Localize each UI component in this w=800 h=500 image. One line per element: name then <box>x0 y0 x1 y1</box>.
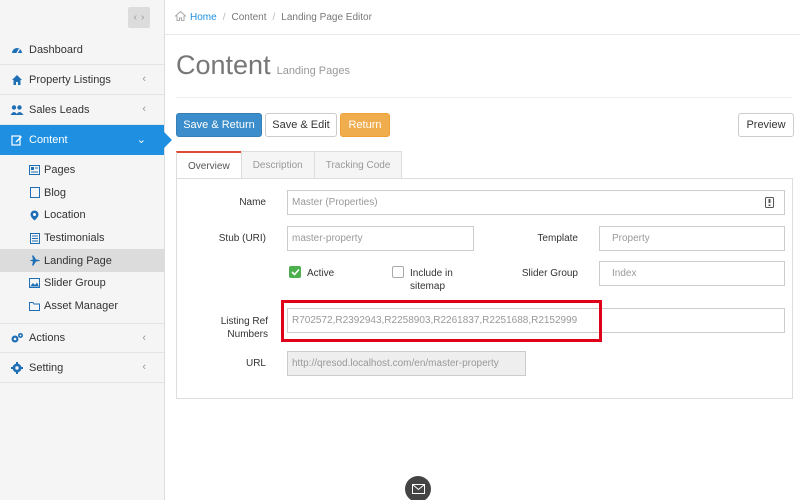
title-divider <box>176 97 792 98</box>
breadcrumb: Home / Content / Landing Page Editor <box>165 0 800 35</box>
home-icon <box>174 10 187 24</box>
pages-icon <box>29 165 40 176</box>
sidebar-item-property-listings[interactable]: Property Listings ‹ <box>0 65 164 95</box>
slider-icon <box>29 278 40 289</box>
active-checkbox[interactable] <box>289 266 301 278</box>
chevron-down-icon: ⌄ <box>136 134 146 146</box>
page-title-sub: Landing Pages <box>276 65 350 77</box>
cogs-icon <box>10 331 24 345</box>
sidebar-subitem-asset-manager[interactable]: Asset Manager <box>0 295 164 318</box>
sidebar-item-label: Property Listings <box>29 73 111 86</box>
page-title-main: Content <box>176 50 271 80</box>
sidebar-subitem-location[interactable]: Location <box>0 204 164 227</box>
sidebar-item-content[interactable]: Content ⌄ <box>0 125 172 155</box>
home-icon <box>10 73 24 87</box>
field-info-icon <box>765 197 774 211</box>
include-sitemap-checkbox[interactable] <box>392 266 404 278</box>
breadcrumb-section[interactable]: Content <box>231 12 266 23</box>
chevron-left-icon: ‹ <box>133 12 137 23</box>
breadcrumb-home-link[interactable]: Home <box>174 10 217 24</box>
listing-ref-label: Listing Ref Numbers <box>220 316 268 340</box>
plane-icon <box>29 255 40 266</box>
sidebar-item-label: Actions <box>29 332 66 345</box>
name-field[interactable]: Master (Properties) <box>287 190 785 215</box>
sidebar-item-setting[interactable]: Setting ‹ <box>0 353 164 384</box>
chevron-left-icon: ‹ <box>142 361 146 374</box>
sidebar-subitem-pages[interactable]: Pages <box>0 159 164 182</box>
save-return-button[interactable]: Save & Return <box>176 113 262 137</box>
stub-field[interactable]: master-property <box>287 226 474 251</box>
checkmark-icon <box>290 268 300 276</box>
message-button[interactable] <box>405 476 431 500</box>
sidebar-subitem-label: Location <box>44 209 86 222</box>
sidebar-item-actions[interactable]: Actions ‹ <box>0 323 164 354</box>
content-submenu: Pages Blog Location Testimonials Landing… <box>0 155 164 323</box>
sidebar-subitem-label: Slider Group <box>44 277 106 290</box>
template-label: Template <box>537 233 578 244</box>
blog-icon <box>29 187 40 199</box>
sidebar-subitem-landing-page[interactable]: Landing Page <box>0 249 164 272</box>
breadcrumb-separator: / <box>272 11 276 23</box>
envelope-icon <box>411 484 425 494</box>
breadcrumb-current: Landing Page Editor <box>281 11 372 23</box>
tab-bar: Overview Description Tracking Code <box>176 151 403 179</box>
sidebar-item-label: Setting <box>29 361 64 374</box>
chevron-left-icon: ‹ <box>142 103 146 115</box>
sidebar-item-dashboard[interactable]: Dashboard <box>0 35 164 65</box>
sidebar-subitem-slider-group[interactable]: Slider Group <box>0 272 164 295</box>
sidebar-subitem-label: Blog <box>44 186 67 199</box>
highlight-box <box>281 300 602 342</box>
sidebar-subitem-label: Testimonials <box>44 232 105 245</box>
sidebar: ‹ › Dashboard Property Listings ‹ Sales … <box>0 0 172 500</box>
gear-icon <box>10 361 24 375</box>
url-field: http://qresod.localhost.com/en/master-pr… <box>287 351 526 376</box>
sidebar-item-sales-leads[interactable]: Sales Leads ‹ <box>0 95 164 125</box>
save-edit-button[interactable]: Save & Edit <box>265 113 337 137</box>
slider-group-label: Slider Group <box>521 268 578 279</box>
sidebar-subitem-label: Landing Page <box>44 254 112 267</box>
template-field[interactable]: Property <box>599 226 785 251</box>
stub-label: Stub (URI) <box>218 233 266 244</box>
sidebar-subitem-label: Asset Manager <box>44 299 118 312</box>
page-title: Content Landing Pages <box>176 50 350 81</box>
name-label: Name <box>239 197 266 208</box>
sidebar-subitem-testimonials[interactable]: Testimonials <box>0 227 164 250</box>
preview-button[interactable]: Preview <box>738 113 794 137</box>
chevron-right-icon: › <box>141 12 145 23</box>
sidebar-item-label: Content <box>29 134 68 146</box>
sidebar-toggle-button[interactable]: ‹ › <box>128 7 150 28</box>
tab-overview[interactable]: Overview <box>176 151 242 179</box>
slider-group-field[interactable]: Index <box>599 261 785 286</box>
active-label: Active <box>307 268 335 279</box>
breadcrumb-separator: / <box>222 11 226 23</box>
url-label: URL <box>245 358 266 369</box>
chevron-left-icon: ‹ <box>142 332 146 345</box>
sidebar-subitem-blog[interactable]: Blog <box>0 182 164 205</box>
users-icon <box>10 103 24 117</box>
location-pin-icon <box>29 210 40 221</box>
edit-icon <box>10 133 24 147</box>
include-sitemap-label: Include in sitemap <box>410 268 453 292</box>
chevron-left-icon: ‹ <box>142 73 146 85</box>
sidebar-subitem-label: Pages <box>44 164 76 177</box>
tab-description[interactable]: Description <box>240 151 315 179</box>
folder-icon <box>29 300 40 311</box>
sidebar-header: ‹ › <box>0 0 164 35</box>
sidebar-item-label: Dashboard <box>29 43 83 56</box>
return-button[interactable]: Return <box>340 113 390 137</box>
dashboard-icon <box>10 43 24 57</box>
tab-tracking-code[interactable]: Tracking Code <box>313 151 403 179</box>
testimonials-icon <box>29 232 40 244</box>
sidebar-item-label: Sales Leads <box>29 103 90 116</box>
